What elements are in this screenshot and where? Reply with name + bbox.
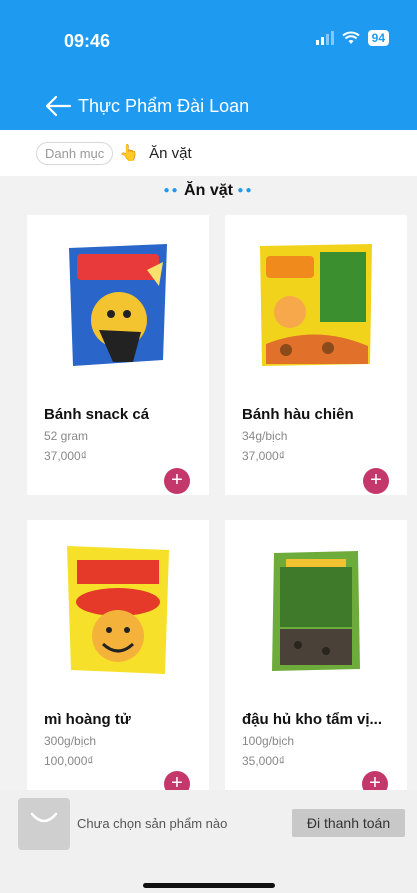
page-title: Thực Phẩm Đài Loan [78,95,250,116]
dot-icon: ●● [237,185,254,196]
add-to-cart-button[interactable]: + [164,468,190,494]
wifi-icon [341,31,360,44]
product-image [225,520,407,700]
product-weight: 100g/bịch [242,734,295,748]
home-indicator [143,883,275,888]
product-image [27,215,209,395]
plus-icon: + [171,469,183,491]
status-icons: 94 [315,30,389,46]
app-header: 09:46 94 Thực Phẩm Đài Loan [0,0,417,130]
product-card[interactable]: Bánh snack cá 52 gram 37,000₫ + [27,215,209,495]
product-name: mì hoàng tử [44,711,131,728]
product-card[interactable]: đậu hủ kho tẩm vị... 100g/bịch 35,000₫ + [225,520,407,800]
breadcrumb-current[interactable]: Ăn vặt [149,145,192,162]
section-title: ●● Ăn vặt ●● [0,176,417,212]
dot-icon: ●● [163,185,180,196]
breadcrumb: Danh mục 👆 Ăn vặt [0,130,417,176]
product-weight: 52 gram [44,429,89,443]
checkout-button[interactable]: Đi thanh toán [292,809,405,837]
product-name: Bánh snack cá [44,406,150,423]
arrow-left-icon [45,95,72,117]
product-weight: 34g/bịch [242,429,288,443]
product-price: 37,000₫ [44,449,87,463]
product-name: đậu hủ kho tẩm vị... [242,711,383,728]
battery-icon: 94 [367,30,389,46]
status-time: 09:46 [64,31,111,51]
shopping-bag-icon[interactable] [18,798,70,850]
product-price: 35,000₫ [242,754,285,768]
add-to-cart-button[interactable]: + [363,468,389,494]
product-card[interactable]: Bánh hàu chiên 34g/bịch 37,000₫ + [225,215,407,495]
plus-icon: + [370,469,382,491]
cart-bar: Chưa chọn sản phẩm nào Đi thanh toán [0,790,417,893]
product-price: 37,000₫ [242,449,285,463]
category-pill[interactable]: Danh mục [36,141,114,165]
product-image [225,215,407,395]
signal-icon [315,31,334,45]
pointing-hand-icon: 👆 [119,145,140,162]
product-weight: 300g/bịch [44,734,97,748]
section-title-text: Ăn vặt [184,182,233,200]
product-price: 100,000₫ [44,754,94,768]
back-button[interactable] [38,88,78,124]
product-image [27,520,209,700]
cart-status-text: Chưa chọn sản phẩm nào [77,816,228,831]
product-name: Bánh hàu chiên [242,406,354,423]
product-card[interactable]: mì hoàng tử 300g/bịch 100,000₫ + [27,520,209,800]
